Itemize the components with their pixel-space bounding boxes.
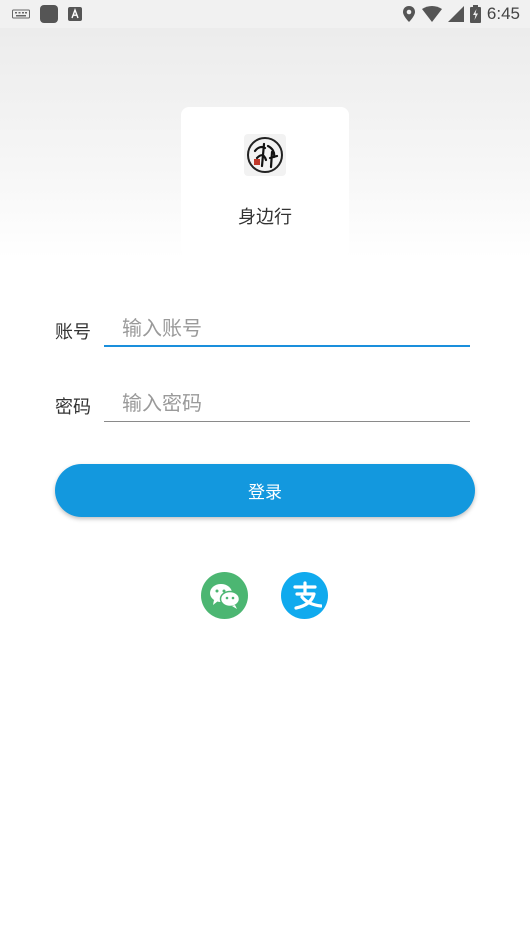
password-label: 密码 bbox=[55, 397, 91, 418]
a-notification-icon bbox=[68, 7, 82, 21]
signal-icon bbox=[447, 6, 464, 22]
status-bar-right: 6:45 bbox=[402, 4, 520, 24]
alipay-icon bbox=[292, 580, 322, 610]
status-bar-left bbox=[12, 5, 82, 23]
account-input[interactable] bbox=[104, 310, 470, 346]
alipay-login-button[interactable] bbox=[281, 572, 328, 619]
password-underline bbox=[104, 421, 470, 422]
account-label: 账号 bbox=[55, 322, 91, 343]
account-underline bbox=[104, 345, 470, 347]
status-bar: 6:45 bbox=[0, 0, 530, 28]
app-name: 身边行 bbox=[238, 207, 292, 228]
app-square-icon bbox=[40, 5, 58, 23]
login-button[interactable]: 登录 bbox=[55, 464, 475, 517]
keyboard-icon bbox=[12, 9, 30, 19]
logo-card: 身边行 bbox=[181, 107, 349, 257]
location-icon bbox=[402, 6, 415, 22]
password-input[interactable] bbox=[104, 385, 470, 421]
wifi-icon bbox=[421, 6, 442, 22]
wechat-icon bbox=[209, 583, 240, 609]
wechat-login-button[interactable] bbox=[201, 572, 248, 619]
status-time: 6:45 bbox=[486, 4, 520, 23]
battery-charging-icon bbox=[469, 5, 481, 23]
app-logo-calligraphy-icon bbox=[244, 134, 286, 176]
